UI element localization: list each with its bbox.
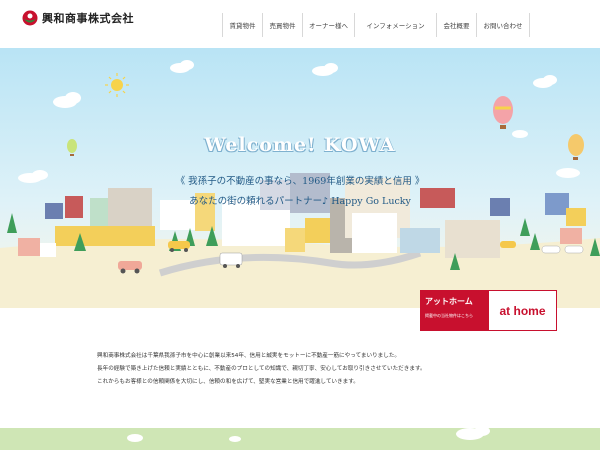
athome-banner-link[interactable]: アットホーム 掲載中の当社物件はこちら at home [420,290,557,331]
main-nav: 賃貸物件 売買物件 オーナー様へ インフォメーション 会社概要 お問い合わせ [222,13,530,37]
hero-tagline-primary: 《 我孫子の不動産の事なら、1969年創業の実績と信用 》 [175,176,425,187]
car-icon [500,241,516,248]
site-logo[interactable]: 興和商事株式会社 [22,10,134,26]
athome-logo: at home [499,303,546,318]
intro-line: これからもお客様との信頼関係を大切にし、信頼の和を広げて、堅実な営業と信用で躍進… [97,379,359,385]
nav-rental[interactable]: 賃貸物件 [222,13,262,37]
athome-label-block: アットホーム 掲載中の当社物件はこちら [421,291,489,330]
athome-jp-label: アットホーム [425,297,473,306]
site-header: 興和商事株式会社 賃貸物件 売買物件 オーナー様へ インフォメーション 会社概要… [0,0,600,48]
company-name: 興和商事株式会社 [42,12,134,25]
welcome-heading: Welcome! KOWA [204,134,396,156]
athome-sub-label: 掲載中の当社物件はこちら [425,313,473,318]
nav-owner[interactable]: オーナー様へ [302,13,354,37]
company-intro: 興和商事株式会社は千葉県我孫子市を中心に創業以来54年、信用と誠実をモットーに不… [97,350,517,389]
nav-information[interactable]: インフォメーション [354,13,436,37]
nav-sale[interactable]: 売買物件 [262,13,302,37]
nav-contact[interactable]: お問い合わせ [476,13,530,37]
car-icon [564,245,584,254]
nav-company[interactable]: 会社概要 [436,13,476,37]
footer-clouds [127,426,490,442]
hero-banner: Welcome! KOWA 《 我孫子の不動産の事なら、1969年創業の実績と信… [0,48,600,308]
hero-tagline-secondary: あなたの街の頼れるパートナー♪ Happy Go Lucky [189,196,411,207]
footer-strip [0,426,600,450]
car-icon [541,245,561,254]
logo-mark-icon [22,10,38,26]
intro-line: 長年の経験で築き上げた信頼と実績とともに、不動産のプロとしての知識で、親切丁寧、… [97,366,426,372]
intro-line: 興和商事株式会社は千葉県我孫子市を中心に創業以来54年、信用と誠実をモットーに不… [97,353,401,359]
